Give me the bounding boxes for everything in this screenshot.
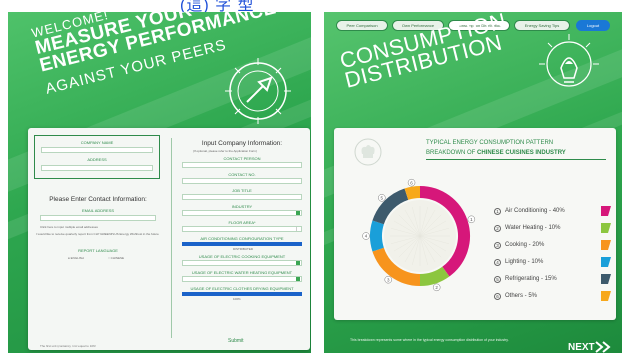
legend-number: 6 — [494, 293, 501, 300]
legend-number: 5 — [494, 276, 501, 283]
legend-label: Water Heating - 10% — [505, 225, 561, 231]
next-arrows-icon[interactable] — [594, 340, 616, 353]
company-name-field[interactable] — [41, 147, 153, 153]
heading-underline — [426, 159, 606, 160]
dryer-option-value: 100% — [233, 297, 241, 301]
legend-number: 3 — [494, 242, 501, 249]
floor-area-field[interactable] — [182, 226, 302, 232]
welcome-panel: WELCOME! MEASURE YOUR ENERGY PERFORMANCE… — [8, 12, 311, 353]
arrow-target-icon — [225, 58, 291, 124]
legend-label: Air Conditioning - 40% — [505, 208, 565, 214]
contact-person-label: CONTACT PERSON — [223, 156, 261, 161]
top-cut-text: (這) 字 型 — [180, 0, 460, 12]
ac-config-label: AIR CONDITIONING CONFIGURATION TYPE — [200, 236, 284, 241]
company-name-label: COMPANY NAME — [80, 140, 114, 145]
lang-english-radio[interactable]: ● ENGLISH — [68, 256, 84, 260]
dropdown-caret-icon — [296, 261, 300, 265]
industry-label: INDUSTRY — [231, 204, 253, 209]
donut-slice-others — [404, 186, 421, 200]
legend-number: 4 — [494, 259, 501, 266]
email-field[interactable] — [40, 215, 156, 221]
lang-chinese-label: CHINESE — [110, 256, 124, 260]
water-heating-label: USAGE OF ELECTRIC WATER HEATING EQUIPMEN… — [191, 270, 293, 275]
address-field[interactable] — [41, 165, 153, 171]
ac-config-slider[interactable] — [182, 242, 302, 246]
job-title-field[interactable] — [182, 194, 302, 200]
unit-selector-icon — [296, 227, 300, 231]
legend-color-swatch — [601, 206, 611, 216]
legend-item-others: 6 Others - 5% — [494, 291, 614, 303]
legend-number: 2 — [494, 225, 501, 232]
legend-item-lighting: 4 Lighting - 10% — [494, 257, 614, 269]
legend-label: Cooking - 20% — [505, 242, 545, 248]
contact-title: Please Enter Contact Information: — [49, 196, 147, 203]
form-divider — [171, 138, 172, 338]
legend-item-refrigerating: 5 Refrigerating - 15% — [494, 274, 614, 286]
cooking-usage-dropdown[interactable] — [182, 260, 302, 266]
lang-chinese-radio[interactable]: ○ CHINESE — [108, 256, 124, 260]
registration-form: COMPANY NAME ADDRESS Please Enter Contac… — [28, 128, 310, 350]
lightbulb-icon — [539, 34, 599, 87]
contact-no-label: CONTACT NO. — [228, 172, 256, 177]
legend-color-swatch — [601, 274, 611, 284]
job-title-label: JOB TITLE — [232, 188, 252, 193]
legend-color-swatch — [601, 257, 611, 267]
legend-label: Lighting - 10% — [505, 259, 544, 265]
ac-option-distributed: DISTRIBUTED — [233, 247, 254, 251]
cooking-usage-label: USAGE OF ELECTRIC COOKING EQUIPMENT — [198, 254, 286, 259]
breakdown-industry: CHINESE CUISINES INDUSTRY — [477, 150, 566, 156]
floor-area-label: FLOOR AREA* — [228, 220, 256, 225]
dropdown-caret-icon — [296, 211, 300, 215]
donut-slice-water-heating — [419, 266, 450, 286]
tab-energy-saving-tips[interactable]: Energy Saving Tips — [514, 20, 570, 31]
consumption-donut-chart: 123456 — [362, 178, 476, 292]
legend-label: Refrigerating - 15% — [505, 276, 557, 282]
submit-button[interactable]: Submit — [228, 338, 244, 344]
legend-item-cooking: 3 Cooking - 20% — [494, 240, 614, 252]
breakdown-heading: BREAKDOWN OF CHINESE CUISINES INDUSTRY — [426, 150, 566, 156]
legend-color-swatch — [601, 223, 611, 233]
contact-person-field[interactable] — [182, 162, 302, 168]
clothes-drying-label: USAGE OF ELECTRIC CLOTHES DRYING EQUIPME… — [190, 286, 294, 291]
tab-peer-comparison[interactable]: Peer Comparison — [336, 20, 388, 31]
logout-button[interactable]: Logout — [576, 20, 610, 31]
footer-note: The first unit (contains), 1m² equal to … — [40, 344, 96, 348]
company-info-title: Input Company Information: — [201, 140, 283, 147]
chef-hat-icon — [354, 138, 382, 166]
clothes-drying-slider[interactable] — [182, 292, 302, 296]
distribution-footnote: This breakdown represents some where in … — [350, 338, 509, 342]
consumption-panel: Peer Comparison Own Performance Consumpt… — [324, 12, 622, 353]
company-box: COMPANY NAME ADDRESS — [34, 135, 160, 179]
water-heating-dropdown[interactable] — [182, 276, 302, 282]
top-cut-label: (這) 字 型 — [180, 0, 255, 12]
next-button[interactable]: NEXT — [568, 342, 595, 353]
legend-item-water-heating: 2 Water Heating - 10% — [494, 223, 614, 235]
legend-label: Others - 5% — [505, 293, 538, 299]
address-label: ADDRESS — [87, 157, 107, 162]
dropdown-caret-icon — [296, 277, 300, 281]
email-label: EMAIL ADDRESS — [81, 208, 115, 213]
consent-checkbox-text[interactable]: I would like to receive quarterly report… — [36, 232, 161, 236]
legend-item-air-conditioning: 1 Air Conditioning - 40% — [494, 206, 614, 218]
legend-color-swatch — [601, 240, 611, 250]
legend-color-swatch — [601, 291, 611, 301]
report-language-label: REPORT LANGUAGE — [78, 248, 118, 253]
email-note[interactable]: Click here to input multiple email addre… — [40, 225, 98, 229]
breakdown-prefix: BREAKDOWN OF — [426, 150, 478, 156]
contact-no-field[interactable] — [182, 178, 302, 184]
lang-english-label: ENGLISH — [70, 256, 84, 260]
donut-slice-lighting — [370, 220, 384, 252]
legend-number: 1 — [494, 208, 501, 215]
pattern-heading: TYPICAL ENERGY CONSUMPTION PATTERN — [426, 140, 554, 146]
industry-dropdown[interactable] — [182, 210, 302, 216]
screenshot-canvas: (這) 字 型 WELCOME! MEASURE YOUR ENERGY PER… — [0, 0, 630, 353]
distribution-card: TYPICAL ENERGY CONSUMPTION PATTERN BREAK… — [334, 128, 616, 320]
company-info-sub: (If optional, please refer to the Applic… — [193, 149, 258, 153]
